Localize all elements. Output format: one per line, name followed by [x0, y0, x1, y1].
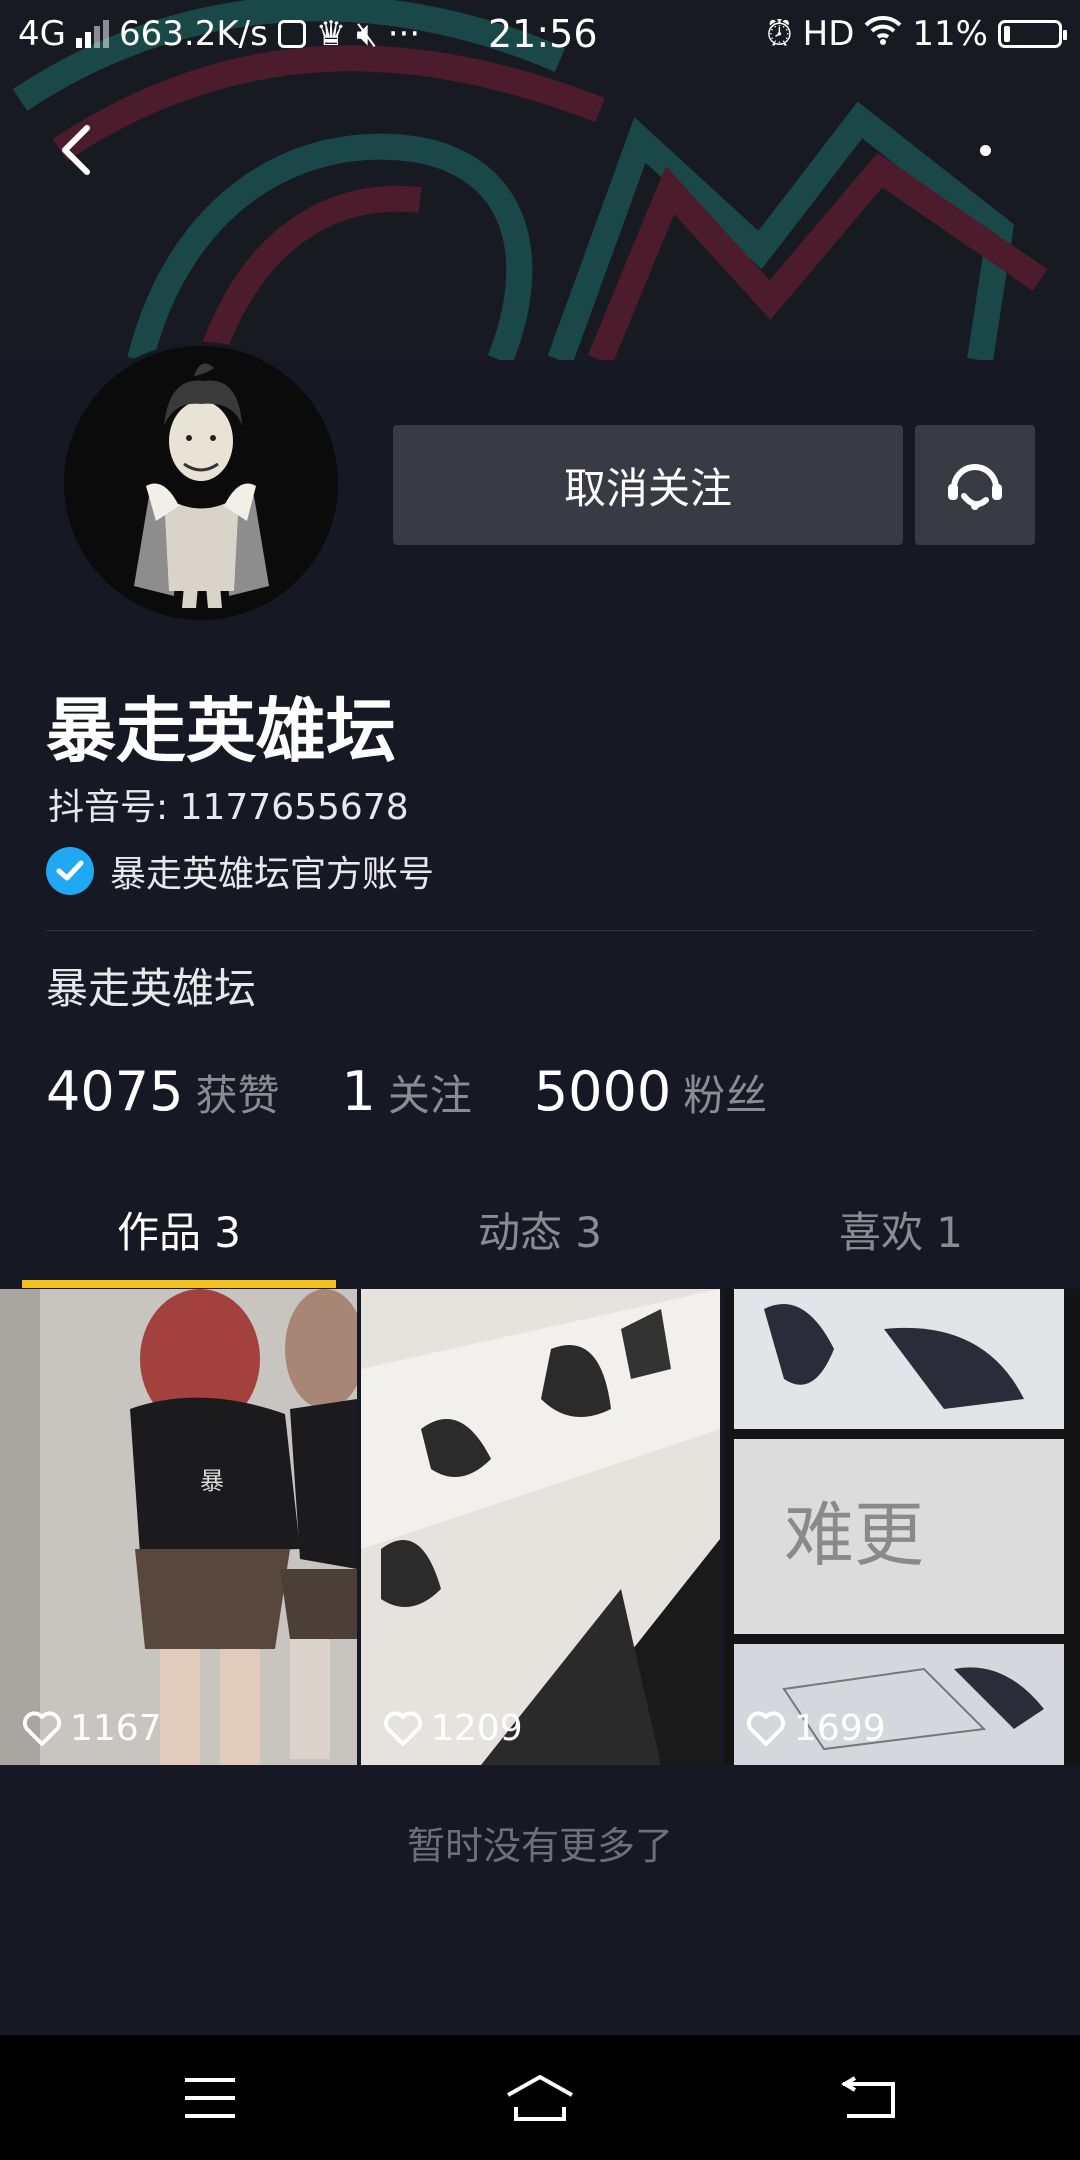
signal-icon: [75, 20, 109, 48]
heart-icon: [746, 1710, 786, 1746]
stat-likes: 4075 获赞: [46, 1060, 279, 1123]
video-thumbnail[interactable]: 1209: [361, 1289, 720, 1765]
profile-tabs: 作品 3 动态 3 喜欢 1: [0, 1170, 1080, 1288]
like-count: 1167: [22, 1708, 162, 1749]
hd-indicator: HD: [802, 14, 855, 54]
heart-icon: [383, 1710, 423, 1746]
profile-nickname: 暴走英雄坛: [46, 690, 396, 772]
battery-icon: [998, 20, 1067, 48]
back-nav-button[interactable]: [810, 2035, 930, 2160]
menu-button[interactable]: [150, 2035, 270, 2160]
active-tab-indicator: [22, 1280, 336, 1288]
back-button[interactable]: [40, 110, 110, 190]
profile-bio: 暴走英雄坛: [46, 964, 257, 1013]
douyin-id: 抖音号: 1177655678: [48, 787, 409, 828]
like-count: 1699: [746, 1708, 886, 1749]
wifi-icon: [864, 14, 902, 54]
stat-label: 粉丝: [683, 1071, 768, 1120]
profile-stats: 4075 获赞 1 关注 5000 粉丝: [46, 1060, 829, 1123]
stat-value: 1: [341, 1060, 376, 1123]
svg-text:暴: 暴: [200, 1467, 224, 1495]
tab-posts[interactable]: 动态 3: [358, 1170, 722, 1288]
status-bar: 4G 663.2K/s ♛ 🔇︎ ··· 21:56 ⏰︎ HD 11%: [0, 0, 1080, 72]
tab-works[interactable]: 作品 3: [0, 1170, 358, 1288]
video-thumbnail[interactable]: 暴 1167: [0, 1289, 357, 1765]
verified-badge: 暴走英雄坛官方账号: [46, 845, 434, 897]
network-type: 4G: [18, 14, 66, 54]
verified-check-icon: [46, 847, 94, 895]
message-button[interactable]: [915, 425, 1035, 545]
status-time: 21:56: [488, 12, 598, 56]
stat-label: 获赞: [195, 1071, 280, 1120]
app-notification-icon: [277, 20, 306, 48]
stat-label: 关注: [387, 1071, 472, 1120]
heart-icon: [22, 1710, 62, 1746]
svg-text:难更: 难更: [784, 1494, 924, 1576]
system-navigation-bar: [0, 2035, 1080, 2160]
verified-text: 暴走英雄坛官方账号: [110, 854, 435, 895]
no-more-content-text: 暂时没有更多了: [406, 1824, 673, 1868]
more-dots-icon: [979, 144, 991, 156]
more-notifications-icon: ···: [387, 14, 421, 54]
menu-icon: [185, 2077, 235, 2118]
crown-icon: ♛: [315, 14, 347, 54]
stat-value: 4075: [46, 1060, 184, 1123]
video-thumbnail[interactable]: 难更 1699: [724, 1289, 1080, 1765]
tab-likes[interactable]: 喜欢 1: [722, 1170, 1080, 1288]
mute-icon: 🔇︎: [356, 14, 378, 54]
like-count: 1209: [383, 1708, 523, 1749]
network-speed: 663.2K/s: [118, 14, 268, 54]
like-count-text: 1699: [794, 1708, 886, 1749]
divider: [46, 930, 1034, 931]
stat-value: 5000: [533, 1060, 672, 1123]
unfollow-button[interactable]: 取消关注: [393, 425, 903, 545]
chevron-left-icon: [62, 125, 90, 175]
home-icon: [507, 2074, 573, 2121]
alarm-icon: ⏰︎: [766, 14, 793, 54]
customer-service-icon: [948, 464, 1002, 510]
like-count-text: 1167: [70, 1708, 162, 1749]
like-count-text: 1209: [431, 1708, 523, 1749]
return-icon: [841, 2075, 895, 2118]
battery-percent: 11%: [912, 14, 988, 54]
avatar[interactable]: [60, 342, 342, 624]
stat-followers[interactable]: 5000 粉丝: [534, 1060, 767, 1123]
stat-following[interactable]: 1 关注: [341, 1060, 471, 1123]
more-options-button[interactable]: [945, 110, 1025, 190]
home-button[interactable]: [480, 2035, 600, 2160]
